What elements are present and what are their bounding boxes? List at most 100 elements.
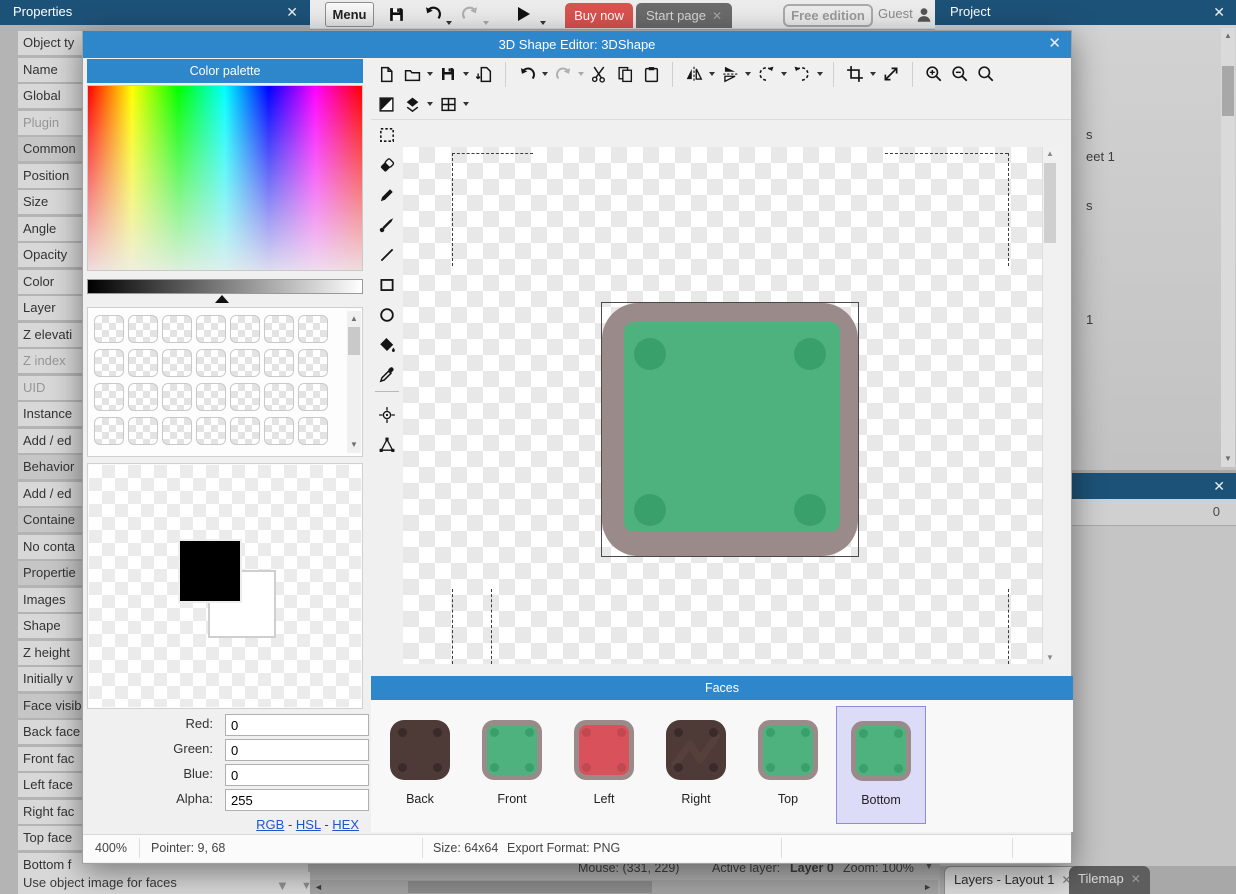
face-image[interactable]	[601, 302, 859, 557]
chevron-down-icon[interactable]: ▼	[276, 875, 289, 894]
chevron-down-icon[interactable]	[483, 12, 489, 30]
color-swatch[interactable]	[196, 383, 226, 411]
chevron-down-icon[interactable]	[463, 72, 469, 76]
flip-vertical-icon[interactable]	[719, 62, 741, 86]
tree-item-fragment[interactable]: 1	[1086, 312, 1093, 327]
color-swatch[interactable]	[230, 349, 260, 377]
undo-icon[interactable]	[423, 4, 443, 24]
face-thumbnail-left[interactable]: Left	[559, 706, 649, 824]
color-swatch[interactable]	[196, 417, 226, 445]
chevron-down-icon[interactable]	[540, 12, 546, 30]
color-swatch[interactable]	[128, 315, 158, 343]
color-swatch[interactable]	[94, 383, 124, 411]
rotate-ccw-icon[interactable]	[755, 62, 777, 86]
chevron-down-icon[interactable]	[427, 72, 433, 76]
color-swatch[interactable]	[298, 383, 328, 411]
foreground-color-swatch[interactable]	[178, 539, 242, 603]
tree-item-fragment[interactable]: s	[1086, 127, 1093, 142]
tree-item-fragment[interactable]: s	[1086, 198, 1093, 213]
color-swatch[interactable]	[128, 417, 158, 445]
redo-icon[interactable]	[460, 4, 480, 24]
face-thumbnail-back[interactable]: Back	[375, 706, 465, 824]
zoom-in-icon[interactable]	[923, 62, 945, 86]
link-rgb[interactable]: RGB	[256, 817, 284, 832]
color-swatch[interactable]	[298, 315, 328, 343]
color-swatch[interactable]	[298, 349, 328, 377]
color-gradient-picker[interactable]	[87, 85, 363, 271]
red-field[interactable]	[225, 714, 369, 736]
paste-icon[interactable]	[640, 62, 662, 86]
chevron-down-icon[interactable]	[542, 72, 548, 76]
rotate-cw-icon[interactable]	[791, 62, 813, 86]
scroll-up-icon[interactable]: ▲	[1221, 30, 1235, 42]
scroll-right-icon[interactable]: ►	[923, 880, 932, 894]
buy-now-button[interactable]: Buy now	[565, 3, 633, 28]
face-thumbnail-top[interactable]: Top	[743, 706, 833, 824]
chevron-down-icon[interactable]	[781, 72, 787, 76]
chevron-down-icon[interactable]	[463, 102, 469, 106]
link-hex[interactable]: HEX	[332, 817, 359, 832]
close-icon[interactable]: ✕	[712, 9, 722, 23]
green-field[interactable]	[225, 739, 369, 761]
undo-icon[interactable]	[516, 62, 538, 86]
close-icon[interactable]: ✕	[1213, 3, 1225, 21]
crop-icon[interactable]	[844, 62, 866, 86]
color-swatch[interactable]	[264, 349, 294, 377]
close-icon[interactable]: ✕	[1131, 872, 1141, 886]
slider-marker-icon[interactable]	[215, 295, 229, 303]
color-swatch[interactable]	[128, 349, 158, 377]
scroll-left-icon[interactable]: ◄	[314, 880, 323, 894]
color-swatch[interactable]	[162, 383, 192, 411]
image-canvas[interactable]: ▲ ▼	[403, 147, 1057, 664]
brush-icon[interactable]	[377, 215, 397, 235]
color-swatch[interactable]	[128, 383, 158, 411]
project-scrollbar[interactable]: ▲ ▼	[1221, 28, 1235, 467]
flip-horizontal-icon[interactable]	[683, 62, 705, 86]
color-swatch[interactable]	[264, 417, 294, 445]
swatch-scrollbar[interactable]: ▲ ▼	[347, 311, 361, 453]
tab-start-page[interactable]: Start page✕	[636, 3, 732, 28]
origin-icon[interactable]	[377, 405, 397, 425]
save-icon[interactable]	[437, 62, 459, 86]
face-thumbnail-front[interactable]: Front	[467, 706, 557, 824]
face-thumbnail-right[interactable]: Right	[651, 706, 741, 824]
zoom-reset-icon[interactable]	[975, 62, 997, 86]
line-icon[interactable]	[377, 245, 397, 265]
new-file-icon[interactable]	[375, 62, 397, 86]
color-swatch[interactable]	[230, 383, 260, 411]
blue-field[interactable]	[225, 764, 369, 786]
rectangle-select-icon[interactable]	[377, 125, 397, 145]
tab-layers-layout[interactable]: Layers - Layout 1✕	[944, 866, 1082, 894]
scroll-down-icon[interactable]: ▼	[1221, 453, 1235, 465]
save-icon[interactable]	[386, 4, 406, 24]
color-swatch[interactable]	[196, 349, 226, 377]
eyedropper-icon[interactable]	[377, 365, 397, 385]
scroll-up-icon[interactable]: ▲	[1043, 149, 1057, 158]
color-swatch[interactable]	[162, 349, 192, 377]
scroll-up-icon[interactable]: ▲	[347, 313, 361, 325]
fill-icon[interactable]	[377, 335, 397, 355]
color-swatch[interactable]	[162, 417, 192, 445]
chevron-down-icon[interactable]	[745, 72, 751, 76]
color-swatch[interactable]	[162, 315, 192, 343]
dialog-titlebar[interactable]: 3D Shape Editor: 3DShape ✕	[83, 31, 1071, 58]
onion-skin-icon[interactable]	[401, 92, 423, 116]
tree-item-fragment[interactable]: eet 1	[1086, 149, 1115, 164]
value-slider[interactable]	[87, 279, 363, 294]
open-folder-icon[interactable]	[401, 62, 423, 86]
color-swatch[interactable]	[94, 349, 124, 377]
canvas-scrollbar[interactable]: ▲ ▼	[1042, 147, 1057, 664]
menu-button[interactable]: Menu	[325, 2, 374, 27]
alpha-field[interactable]	[225, 789, 369, 811]
color-swatch[interactable]	[230, 315, 260, 343]
chevron-down-icon[interactable]	[446, 12, 452, 30]
eraser-icon[interactable]	[377, 155, 397, 175]
scroll-down-icon[interactable]: ▼	[1043, 653, 1057, 662]
chevron-down-icon[interactable]	[427, 102, 433, 106]
chevron-down-icon[interactable]	[817, 72, 823, 76]
chevron-down-icon[interactable]	[870, 72, 876, 76]
close-icon[interactable]: ✕	[286, 3, 298, 21]
ellipse-icon[interactable]	[377, 305, 397, 325]
export-image-icon[interactable]	[473, 62, 495, 86]
close-icon[interactable]: ✕	[1213, 477, 1225, 495]
